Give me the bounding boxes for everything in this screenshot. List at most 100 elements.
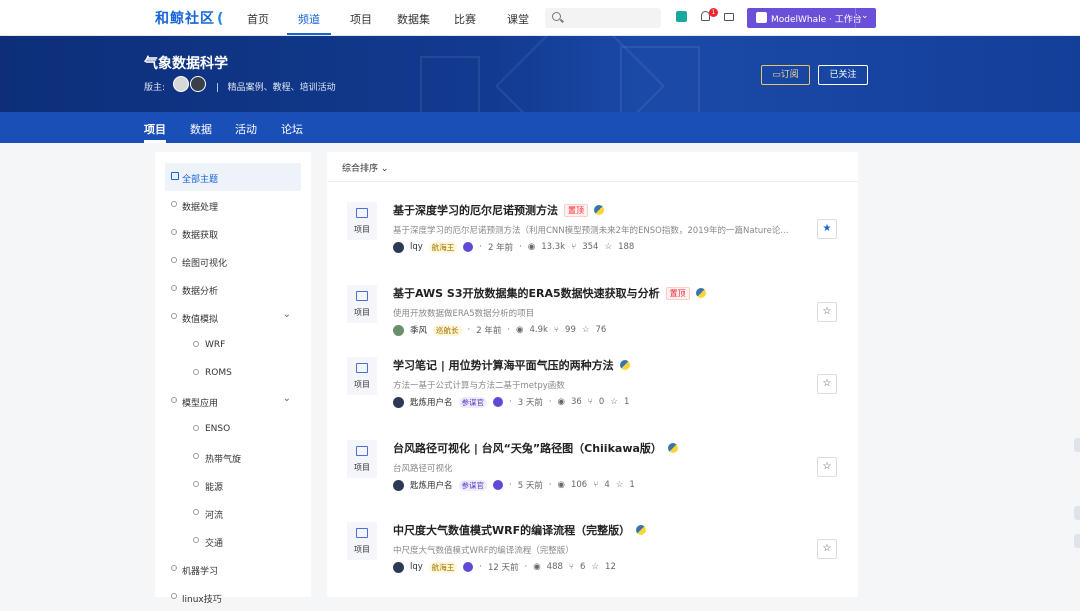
project-title[interactable]: 台风路径可视化 | 台风“天兔”路径图（Chiikawa版） <box>393 440 678 456</box>
avatar[interactable] <box>393 561 404 573</box>
star-button[interactable]: ☆ <box>817 302 837 322</box>
bullet-icon <box>193 369 199 375</box>
nav-classroom[interactable]: 课堂 <box>507 11 529 27</box>
sidebar-item-energy[interactable]: 能源 <box>165 471 301 499</box>
nav-home[interactable]: 首页 <box>247 11 269 27</box>
fork-icon: ⑂ <box>593 480 599 490</box>
verified-icon <box>493 397 504 407</box>
tools-icon[interactable] <box>676 11 687 22</box>
project-meta: lqy 航海王 · 2 年前 · ◉ 13.3k ⑂ 354 ☆ 188 <box>393 241 640 253</box>
project-icon: 项目 <box>347 440 377 478</box>
view-count: 106 <box>570 480 588 490</box>
bullet-icon <box>193 481 199 487</box>
bullet-icon <box>171 565 177 571</box>
nav-channel[interactable]: 频道 <box>298 11 320 27</box>
author-name[interactable]: lqy <box>410 562 423 572</box>
sidebar-item-roms[interactable]: ROMS <box>165 359 301 387</box>
sidebar-item-visualization[interactable]: 绘图可视化 <box>165 247 301 275</box>
author-name[interactable]: 匙炼用户名 <box>410 396 453 408</box>
project-title[interactable]: 中尺度大气数值模式WRF的编译流程（完整版） <box>393 522 647 538</box>
tab-data[interactable]: 数据 <box>190 121 212 137</box>
site-logo[interactable]: 和鲸社区( <box>155 8 224 28</box>
sidebar-item-all-topics[interactable]: 全部主题 <box>165 163 301 191</box>
star-button[interactable]: ★ <box>817 219 837 239</box>
channel-title: 气象数据科学 <box>144 56 228 72</box>
sidebar-item-data-processing[interactable]: 数据处理 <box>165 191 301 219</box>
chevron-down-icon[interactable]: ⌄ <box>283 393 291 404</box>
list-item[interactable]: 项目 台风路径可视化 | 台风“天兔”路径图（Chiikawa版） 台风路径可视… <box>327 440 858 520</box>
star-button[interactable]: ☆ <box>817 374 837 394</box>
python-icon <box>636 525 647 535</box>
rank-badge: 巡航长 <box>433 324 462 336</box>
fork-count: 0 <box>598 397 605 407</box>
star-button[interactable]: ☆ <box>817 457 837 477</box>
sidebar-item-traffic[interactable]: 交通 <box>165 527 301 555</box>
author-name[interactable]: lqy <box>410 242 423 252</box>
project-title[interactable]: 学习笔记 | 用位势计算海平面气压的两种方法 <box>393 357 630 373</box>
floating-tab[interactable] <box>1074 534 1080 548</box>
bullet-icon <box>171 313 177 319</box>
project-icon: 项目 <box>347 285 377 323</box>
view-count: 13.3k <box>541 242 566 252</box>
avatar[interactable] <box>393 241 404 253</box>
modelwhale-logo-icon <box>756 12 767 23</box>
eye-icon: ◉ <box>527 242 536 252</box>
star-outline-icon: ☆ <box>604 242 613 252</box>
sidebar-item-data-acquisition[interactable]: 数据获取 <box>165 219 301 247</box>
banner-decoration <box>620 46 700 112</box>
chevron-down-icon[interactable]: ⌄ <box>861 11 869 21</box>
author-name[interactable]: 匙炼用户名 <box>410 479 453 491</box>
project-title[interactable]: 基于AWS S3开放数据集的ERA5数据快速获取与分析 置顶 <box>393 285 706 301</box>
sidebar-item-linux-tips[interactable]: linux技巧 <box>165 583 301 611</box>
follow-button[interactable]: 已关注 <box>818 65 868 85</box>
sidebar-item-model-application[interactable]: 模型应用 ⌄ <box>165 387 301 415</box>
mail-icon[interactable] <box>724 13 734 21</box>
bullet-icon <box>171 593 177 599</box>
star-button[interactable]: ☆ <box>817 539 837 559</box>
sidebar-item-data-analysis[interactable]: 数据分析 <box>165 275 301 303</box>
bullet-icon <box>193 537 199 543</box>
nav-datasets[interactable]: 数据集 <box>397 11 430 27</box>
bullet-icon <box>171 229 177 235</box>
sidebar-item-river[interactable]: 河流 <box>165 499 301 527</box>
moderator-avatar[interactable] <box>173 76 189 92</box>
sidebar-item-numerical-simulation[interactable]: 数值模拟 ⌄ <box>165 303 301 331</box>
list-item[interactable]: 项目 基于AWS S3开放数据集的ERA5数据快速获取与分析 置顶 使用开放数据做… <box>327 285 858 365</box>
bullet-icon <box>171 257 177 263</box>
project-description: 方法一基于公式计算与方法二基于metpy函数 <box>393 381 565 391</box>
tab-projects[interactable]: 项目 <box>144 121 166 137</box>
sidebar-item-tropical-cyclone[interactable]: 热带气旋 <box>165 443 301 471</box>
floating-tab[interactable] <box>1074 506 1080 520</box>
sidebar-item-wrf[interactable]: WRF <box>165 331 301 359</box>
fork-count: 6 <box>580 562 586 572</box>
moderator-avatar[interactable] <box>190 76 206 92</box>
floating-tab[interactable] <box>1074 438 1080 452</box>
chevron-down-icon[interactable]: ⌄ <box>283 309 291 320</box>
sidebar-item-enso[interactable]: ENSO <box>165 415 301 443</box>
list-item[interactable]: 项目 中尺度大气数值模式WRF的编译流程（完整版） 中尺度大气数值模式WRF的编… <box>327 522 858 602</box>
project-title[interactable]: 基于深度学习的厄尔尼诺预测方法 置顶 <box>393 202 604 218</box>
author-name[interactable]: 季风 <box>410 324 427 336</box>
sidebar-item-machine-learning[interactable]: 机器学习 <box>165 555 301 583</box>
sort-dropdown[interactable]: 综合排序 ⌄ <box>342 161 388 174</box>
nav-competitions[interactable]: 比赛 <box>454 11 476 27</box>
rank-badge: 航海王 <box>428 241 458 253</box>
search-input[interactable] <box>545 8 661 28</box>
banner-decoration <box>420 56 480 112</box>
avatar[interactable] <box>393 324 404 336</box>
workbench-button[interactable]: ModelWhale · 工作台 ⌄ <box>747 8 876 28</box>
project-description: 基于深度学习的厄尔尼诺预测方法（利用CNN模型预测未来2年的ENSO指数，201… <box>393 226 789 236</box>
workbench-divider <box>855 8 856 28</box>
list-item[interactable]: 项目 基于深度学习的厄尔尼诺预测方法 置顶 基于深度学习的厄尔尼诺预测方法（利用C… <box>327 202 858 282</box>
tab-forum[interactable]: 论坛 <box>281 121 303 137</box>
time-ago: 5 天前 <box>517 481 543 491</box>
list-item[interactable]: 项目 学习笔记 | 用位势计算海平面气压的两种方法 方法一基于公式计算与方法二基… <box>327 357 858 437</box>
avatar[interactable] <box>393 396 404 408</box>
tab-activities[interactable]: 活动 <box>235 121 257 137</box>
project-meta: 匙炼用户名 参谋官 · 5 天前 · ◉ 106 ⑂ 4 ☆ 1 <box>393 479 641 491</box>
nav-projects[interactable]: 项目 <box>350 11 372 27</box>
avatar[interactable] <box>393 479 404 491</box>
project-icon: 项目 <box>347 202 377 240</box>
subscribe-button[interactable]: ▭订阅 <box>761 65 810 85</box>
tab-active-underline <box>144 140 166 143</box>
